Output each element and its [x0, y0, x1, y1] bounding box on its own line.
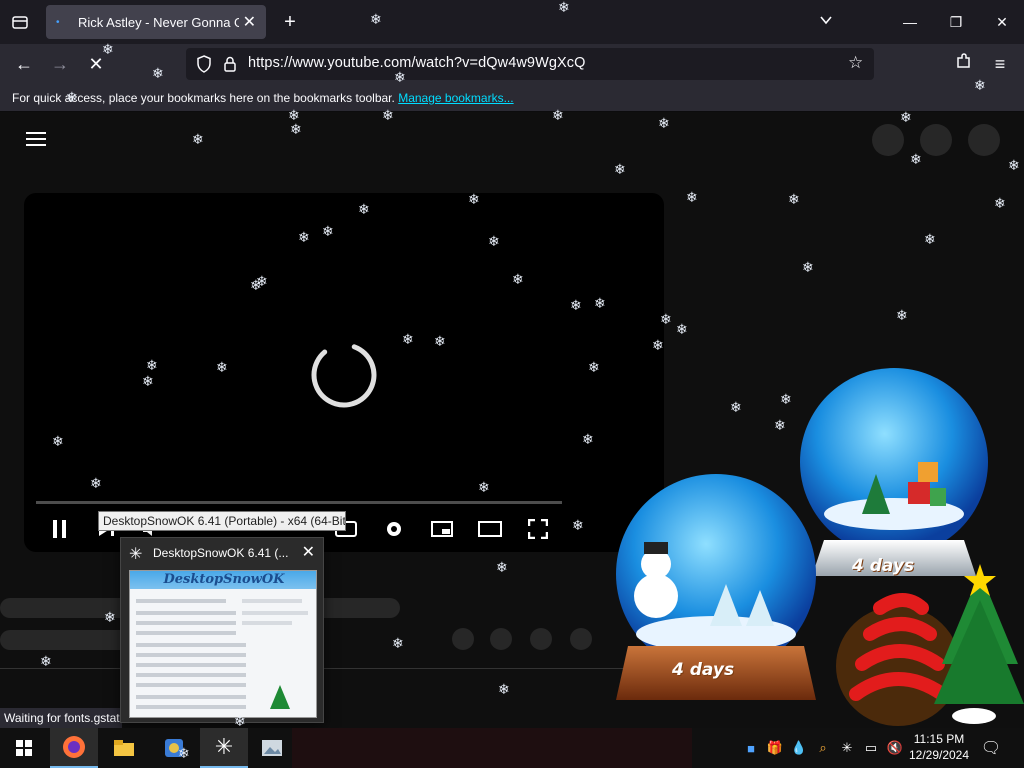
start-button[interactable]: [0, 728, 48, 768]
list-all-tabs-chevron-icon[interactable]: [814, 10, 838, 34]
snowflake-app-icon: ✳: [129, 546, 143, 563]
loading-dot-icon: •: [56, 17, 60, 28]
taskbar-photos[interactable]: [248, 728, 296, 768]
taskbar-tooltip: DesktopSnowOK 6.41 (Portable) - x64 (64-…: [98, 511, 346, 531]
app-icon: [165, 739, 183, 757]
left-globe-days-label: 4 days: [672, 660, 735, 680]
theater-mode-button[interactable]: [476, 515, 504, 543]
tab-close-icon[interactable]: ✕: [243, 12, 256, 32]
lock-icon[interactable]: [220, 54, 240, 74]
popup-title: DesktopSnowOK 6.41 (...: [153, 546, 289, 560]
firefox-icon: [63, 736, 85, 758]
windows-taskbar: ✳ ■ 🎁 💧 ⌕ ✳ ▭ 🔇 11:15 PM 12/29/2024 🗨: [0, 728, 1024, 768]
folder-icon: [114, 740, 134, 756]
tray-snowflake-icon[interactable]: ✳: [838, 739, 856, 757]
placeholder-button: [530, 628, 552, 650]
placeholder-button[interactable]: [968, 124, 1000, 156]
taskbar-background: [292, 728, 692, 768]
close-window-button[interactable]: ✕: [990, 10, 1014, 34]
url-bar[interactable]: https://www.youtube.com/watch?v=dQw4w9Wg…: [186, 48, 874, 80]
maximize-button[interactable]: ❐: [944, 10, 968, 34]
miniplayer-icon: [431, 521, 453, 537]
bookmarks-toolbar: For quick access, place your bookmarks h…: [0, 84, 1024, 112]
status-text: Waiting for fonts.gstatic.com...: [0, 708, 122, 728]
loading-spinner-icon: [311, 344, 377, 408]
placeholder-button: [570, 628, 592, 650]
divider: [0, 668, 680, 669]
placeholder-button: [452, 628, 474, 650]
tray-gift-icon[interactable]: 🎁: [766, 739, 784, 757]
shield-icon[interactable]: [194, 54, 214, 74]
navigation-bar: ← → ✕ https://www.youtube.com/watch?v=dQ…: [0, 44, 1024, 84]
manage-bookmarks-link[interactable]: Manage bookmarks...: [398, 91, 513, 105]
snowflake-icon: ✳: [214, 734, 234, 759]
back-button[interactable]: ←: [10, 52, 38, 76]
snow-globes-decoration: [616, 368, 1024, 726]
windows-logo-icon: [16, 740, 32, 756]
forward-button[interactable]: →: [46, 52, 74, 76]
taskbar-firefox[interactable]: [50, 728, 98, 768]
taskbar-app[interactable]: [150, 728, 198, 768]
photos-icon: [262, 740, 282, 756]
tray-app-icon[interactable]: ■: [742, 739, 760, 757]
puzzle-icon: [957, 53, 970, 68]
extensions-button[interactable]: [950, 52, 978, 76]
pause-button[interactable]: [46, 515, 74, 543]
taskbar-file-explorer[interactable]: [100, 728, 148, 768]
tray-search-icon[interactable]: ⌕: [814, 739, 832, 757]
fullscreen-icon: [528, 519, 548, 539]
network-icon[interactable]: ▭: [862, 739, 880, 757]
placeholder-button: [490, 628, 512, 650]
tab-youtube[interactable]: • Rick Astley - Never Gonna Give ✕: [46, 5, 266, 39]
window-preview-thumbnail[interactable]: DesktopSnowOK: [129, 570, 317, 718]
pause-icon: [53, 520, 66, 538]
right-globe-days-label: 4 days: [852, 556, 915, 576]
preview-banner: DesktopSnowOK: [130, 571, 316, 589]
tab-list-icon: [12, 16, 28, 29]
fullscreen-button[interactable]: [524, 515, 552, 543]
placeholder-button[interactable]: [920, 124, 952, 156]
url-text[interactable]: https://www.youtube.com/watch?v=dQw4w9Wg…: [248, 55, 586, 71]
video-player[interactable]: [24, 193, 664, 552]
popup-close-button[interactable]: ✕: [302, 542, 315, 562]
miniplayer-button[interactable]: [428, 515, 456, 543]
tab-title: Rick Astley - Never Gonna Give: [78, 14, 239, 30]
progress-bar[interactable]: [36, 501, 562, 504]
new-tab-button[interactable]: +: [278, 10, 302, 34]
notification-icon[interactable]: 🗨: [981, 739, 1001, 757]
app-menu-button[interactable]: ≡: [986, 52, 1014, 76]
bookmarks-prompt: For quick access, place your bookmarks h…: [12, 91, 395, 105]
tray-drop-icon[interactable]: 💧: [790, 739, 808, 757]
clock-date: 12/29/2024: [908, 748, 970, 762]
stop-loading-button[interactable]: ✕: [82, 52, 110, 76]
tab-bar: • Rick Astley - Never Gonna Give ✕ + — ❐…: [0, 0, 1024, 44]
theater-icon: [478, 521, 502, 537]
gear-icon: [387, 522, 401, 536]
taskbar-preview-popup[interactable]: ✳ DesktopSnowOK 6.41 (... ✕ DesktopSnowO…: [120, 537, 324, 723]
taskbar-desktopsnowok[interactable]: ✳: [200, 728, 248, 768]
volume-muted-icon[interactable]: 🔇: [886, 739, 904, 757]
bookmark-star-icon[interactable]: ☆: [848, 53, 863, 73]
guide-menu-icon[interactable]: [26, 132, 46, 148]
system-clock[interactable]: 11:15 PM 12/29/2024: [906, 731, 972, 763]
settings-button[interactable]: [380, 515, 408, 543]
placeholder-button[interactable]: [872, 124, 904, 156]
tab-list-button[interactable]: [8, 10, 32, 34]
minimize-button[interactable]: —: [898, 10, 922, 34]
clock-time: 11:15 PM: [913, 732, 965, 746]
